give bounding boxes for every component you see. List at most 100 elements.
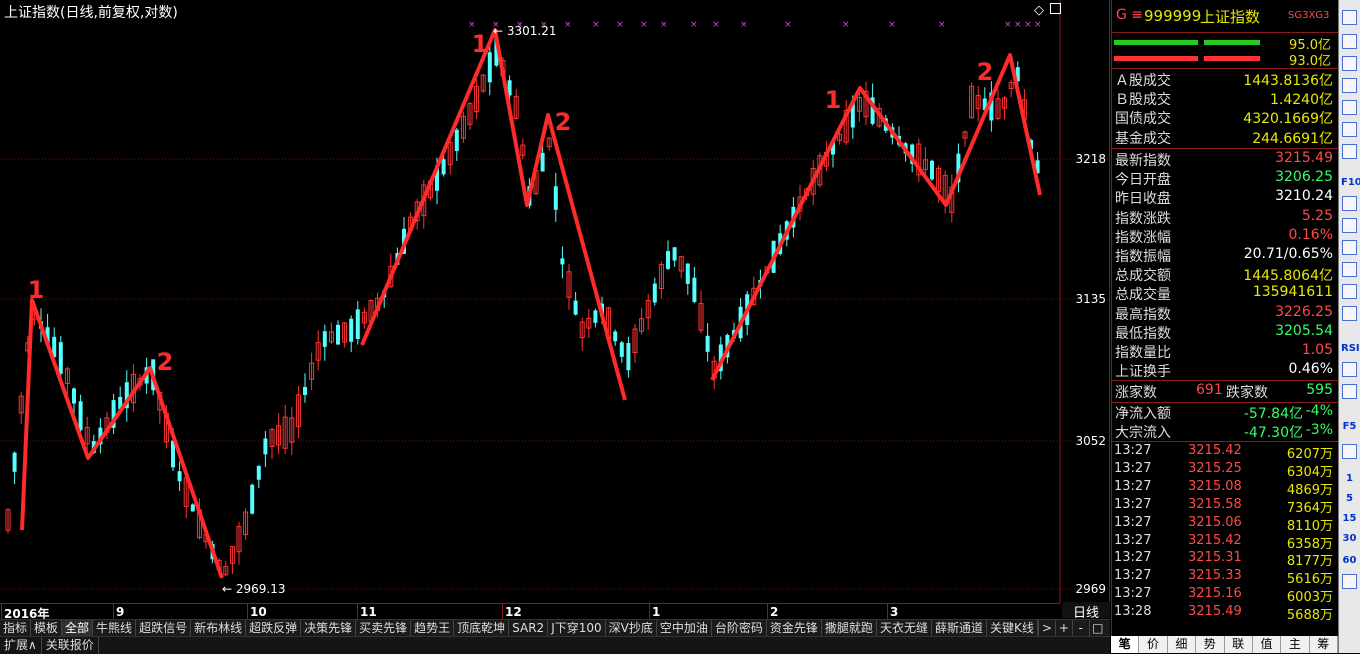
separator — [1112, 148, 1339, 149]
kline-chart-svg[interactable]: 3218313530522969121212← 3301.21← 2969.13… — [0, 0, 1110, 603]
pencil-icon[interactable] — [1342, 384, 1357, 399]
extension-tab[interactable]: 关联报价 — [42, 637, 99, 654]
stat-value: 0.46% — [1288, 361, 1333, 378]
marker-icon[interactable]: G ≡ — [1116, 7, 1143, 23]
indicator-tab[interactable]: 撒腿就跑 — [822, 620, 877, 637]
tab-control-button[interactable]: □ — [1088, 620, 1106, 637]
tick-price: 3215.58 — [1188, 496, 1242, 512]
tab-control-button[interactable]: + — [1054, 620, 1072, 637]
indicator-tab[interactable]: 买卖先锋 — [356, 620, 412, 637]
candle-body — [303, 387, 307, 395]
doc-icon[interactable] — [1342, 144, 1357, 159]
candlestick — [336, 320, 340, 345]
indicator-tab[interactable]: 超跌反弹 — [246, 620, 302, 637]
fiz-icon[interactable] — [1342, 240, 1357, 255]
indicator-tab[interactable]: 天衣无缝 — [877, 620, 932, 637]
info-icon[interactable] — [1342, 10, 1357, 25]
diamond-icon[interactable] — [1342, 362, 1357, 377]
chart-line-icon[interactable] — [1342, 218, 1357, 233]
flow-bar-in-2 — [1204, 40, 1260, 45]
tick-price: 3215.31 — [1188, 550, 1242, 566]
badge[interactable]: SG3XG3 — [1288, 10, 1329, 21]
toolbar-f5-button[interactable]: F5 — [1341, 418, 1358, 435]
grid-icon[interactable] — [1342, 56, 1357, 71]
candlestick — [942, 170, 948, 214]
panel-tab[interactable]: 筹 — [1310, 636, 1338, 653]
toolbar-30-button[interactable]: 30 — [1341, 530, 1358, 547]
circle-icon[interactable] — [1342, 284, 1357, 299]
period-label[interactable]: 日线 — [1062, 602, 1110, 621]
flow-row: 净流入额 -57.84亿 -4% — [1112, 403, 1339, 422]
signal-marker: × — [690, 20, 698, 30]
stat-label: 指数涨幅 — [1115, 229, 1171, 246]
panel-tab[interactable]: 价 — [1139, 636, 1168, 653]
stat-value: 3226.25 — [1275, 303, 1333, 320]
indicator-tab[interactable]: 趋势王 — [411, 620, 455, 637]
candle-body — [705, 335, 710, 352]
toolbar-f10-button[interactable]: F10 — [1341, 174, 1360, 191]
money-icon[interactable] — [1342, 100, 1357, 115]
indicator-tab[interactable]: 空中加油 — [657, 620, 712, 637]
stat-row: 最高指数 3226.25 — [1112, 304, 1339, 323]
panel-tab[interactable]: 细 — [1168, 636, 1197, 653]
indicator-tab[interactable]: 薛斯通道 — [932, 620, 987, 637]
toolbar-15-button[interactable]: 15 — [1341, 510, 1358, 527]
stat-row: 最新指数 3215.49 — [1112, 150, 1339, 169]
toolbar-5-button[interactable]: 5 — [1341, 490, 1358, 507]
indicator-tab[interactable]: 顶底乾坤 — [454, 620, 510, 637]
indicator-tab[interactable]: 关键K线 — [987, 620, 1038, 637]
candlestick — [474, 78, 480, 120]
toolbar-60-button[interactable]: 60 — [1341, 552, 1358, 569]
tick-price: 3215.42 — [1188, 443, 1242, 458]
indicator-tab[interactable]: 新布林线 — [191, 620, 247, 637]
toolbar-rsi-button[interactable]: RSI — [1341, 340, 1360, 357]
more-icon[interactable] — [1342, 574, 1357, 589]
panel-tab[interactable]: 联 — [1225, 636, 1253, 653]
tab-control-button[interactable]: > — [1037, 620, 1055, 637]
indicator-tab[interactable]: 深V抄底 — [606, 620, 657, 637]
candlestick — [613, 329, 618, 346]
extension-tab[interactable]: 扩展∧ — [0, 637, 42, 654]
candle-body — [652, 283, 657, 303]
indicator-tab[interactable]: J下穿100 — [548, 620, 606, 637]
indicator-tab[interactable]: 资金先锋 — [767, 620, 822, 637]
indicator-tab[interactable]: 指标 — [0, 620, 32, 637]
candlestick — [685, 263, 690, 295]
toolbar-1-button[interactable]: 1 — [1341, 470, 1358, 487]
tick-row: 13:27 3215.25 6304万 — [1112, 461, 1339, 480]
candlestick — [223, 560, 229, 577]
bars-icon[interactable] — [1342, 122, 1357, 137]
list-icon[interactable] — [1342, 34, 1357, 49]
lock-icon[interactable] — [1342, 262, 1357, 277]
indicator-tab[interactable]: 决策先锋 — [301, 620, 357, 637]
candlestick — [520, 138, 526, 160]
panel-header: G ≡ 999999 上证指数 SG3XG3 — [1112, 0, 1339, 33]
tick-volume: 6304万 — [1286, 464, 1333, 480]
signal-marker: × — [1014, 20, 1022, 30]
chart-icon[interactable] — [1342, 78, 1357, 93]
ring-icon[interactable] — [1342, 306, 1357, 321]
panel-tab[interactable]: 笔 — [1111, 636, 1140, 653]
indicator-tab[interactable]: 全部 — [62, 620, 94, 637]
table-icon[interactable] — [1342, 196, 1357, 211]
candlestick — [190, 503, 195, 512]
panel-tab[interactable]: 主 — [1281, 636, 1310, 653]
panel-tab[interactable]: 势 — [1196, 636, 1225, 653]
indicator-tab[interactable]: 超跌信号 — [136, 620, 192, 637]
tab-control-button[interactable]: - — [1071, 620, 1089, 637]
candlestick — [5, 508, 11, 534]
refresh-icon[interactable] — [1342, 444, 1357, 459]
panel-tab[interactable]: 值 — [1253, 636, 1282, 653]
indicator-tab[interactable]: 台阶密码 — [712, 620, 767, 637]
diamond-icon[interactable]: ◇ — [1034, 3, 1044, 18]
indicator-tab[interactable]: 模板 — [31, 620, 63, 637]
candle-body — [685, 263, 690, 284]
kline-chart-area[interactable]: 3218 3135 3052 2969 1 2 1 2 1 2 ← 3301.21 ← 2969.13… — [0, 0, 1110, 603]
candle-body — [540, 152, 545, 172]
window-box-icon[interactable] — [1050, 3, 1061, 14]
indicator-tab[interactable]: 牛熊线 — [93, 620, 137, 637]
candlestick — [593, 308, 598, 328]
indicator-tab[interactable]: SAR2 — [509, 620, 549, 637]
stat-label: 总成交额 — [1115, 268, 1171, 285]
flow-bottom-value: 93.0亿 — [1289, 54, 1331, 69]
